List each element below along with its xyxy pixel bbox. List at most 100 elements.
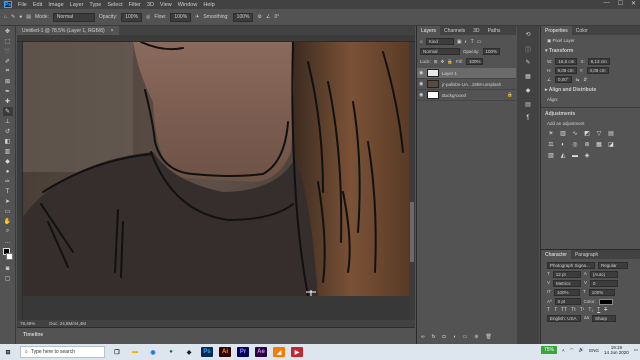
transform-section-title[interactable]: ▾ Transform [541,45,640,57]
brush-tool-preset-icon[interactable]: ✎ [11,14,15,20]
search-box[interactable]: ⌕ Type here to search [20,346,105,358]
marquee-tool-icon[interactable]: ⬚ [3,37,13,46]
horizontal-ruler[interactable] [17,35,415,42]
layer-mask-icon[interactable]: ◘ [442,334,445,340]
angle-value[interactable]: 0° [274,14,279,20]
blend-mode-select[interactable]: Normal [420,48,460,55]
more-tools-icon[interactable]: … [3,237,13,246]
tab-color[interactable]: Color [572,26,592,35]
mode-select[interactable]: Normal [52,12,95,22]
history-brush-tool-icon[interactable]: ↺ [3,127,13,136]
width-field[interactable]: 16,6 cm [555,58,578,65]
vertical-scrollbar[interactable] [409,42,415,320]
height-field[interactable]: 9,08 cm [554,67,577,74]
zoom-level[interactable]: 78,49% [20,321,35,326]
horizontal-scale-field[interactable]: 100% [588,289,615,296]
hue-saturation-icon[interactable]: ▤ [607,130,615,137]
quick-select-tool-icon[interactable]: ✐ [3,57,13,66]
menu-help[interactable]: Help [203,2,214,8]
clock[interactable]: 19:19 14 Jun 2020 [604,345,629,355]
menu-type[interactable]: Type [89,2,101,8]
font-family-select[interactable]: Photograph Signa... [547,262,595,269]
menu-filter[interactable]: Filter [129,2,141,8]
smoothing-field[interactable]: 100% [232,12,254,22]
path-select-tool-icon[interactable]: ➤ [3,197,13,206]
menu-edit[interactable]: Edit [33,2,42,8]
rectangle-tool-icon[interactable]: ▭ [3,207,13,216]
superscript-icon[interactable]: T¹ [580,307,585,313]
timeline-label[interactable]: Timeline [23,332,43,338]
layer-row[interactable]: ◉ Layer 1 [417,68,516,79]
layer-opacity-field[interactable]: 100% [482,48,501,55]
info-panel-icon[interactable]: ⓘ [523,45,533,54]
angle-field[interactable]: 0,00° [555,76,572,83]
adjustments-section-title[interactable]: Adjustments [541,107,640,120]
photoshop-taskbar-icon[interactable]: Ps [201,347,213,357]
move-tool-icon[interactable]: ✥ [3,27,13,36]
app-icon[interactable]: ● [165,347,177,357]
screen-mode-icon[interactable]: ▢ [3,274,13,283]
lasso-tool-icon[interactable]: ➰ [3,47,13,56]
tab-channels[interactable]: Channels [440,26,469,35]
text-color-swatch[interactable] [598,298,613,305]
dodge-tool-icon[interactable]: ● [3,167,13,176]
document-tab[interactable]: Untitled-1 @ 78,5% (Layer 1, RGB/8) × [17,26,119,35]
menu-3d[interactable]: 3D [147,2,154,8]
start-windows-icon[interactable]: ⊞ [2,347,14,357]
libraries-panel-icon[interactable]: ▤ [523,101,533,110]
history-panel-icon[interactable]: ⟲ [523,31,533,40]
close-button[interactable]: ✕ [631,0,636,7]
filter-shape-icon[interactable]: ▭ [477,39,482,45]
after-effects-taskbar-icon[interactable]: Ae [255,347,267,357]
swatches-panel-icon[interactable]: ▦ [523,73,533,82]
illustrator-taskbar-icon[interactable]: Ai [219,347,231,357]
tab-layers[interactable]: Layers [417,26,441,35]
flip-vertical-icon[interactable]: ⇵ [583,77,587,83]
x-field[interactable]: 6,13 cm [587,58,610,65]
tab-paths[interactable]: Paths [484,26,505,35]
maximize-button[interactable]: ☐ [618,0,623,7]
paragraph-panel-icon[interactable]: ¶ [523,115,533,124]
minimize-button[interactable]: — [604,0,610,7]
home-icon[interactable]: ⌂ [4,14,7,20]
gradient-map-icon[interactable]: ▬ [571,152,579,159]
flip-horizontal-icon[interactable]: ⇋ [576,77,580,83]
invert-icon[interactable]: ◪ [607,141,615,148]
tab-paragraph[interactable]: Paragraph [571,250,602,259]
clone-stamp-tool-icon[interactable]: ⊥ [3,117,13,126]
file-explorer-icon[interactable]: ▬ [129,347,141,357]
menu-select[interactable]: Select [107,2,122,8]
strikethrough-icon[interactable]: T [604,307,607,313]
selective-color-icon[interactable]: ◈ [583,152,591,159]
color-lookup-icon[interactable]: ▦ [595,141,603,148]
crop-tool-icon[interactable]: ⌗ [3,67,13,76]
layer-style-icon[interactable]: fx [432,334,436,340]
underline-icon[interactable]: T [597,307,600,313]
language-select[interactable]: English: USA [547,315,581,322]
tab-properties[interactable]: Properties [541,26,572,35]
filter-type-icon[interactable]: T [471,39,474,45]
filter-pixel-icon[interactable]: ▣ [457,39,462,45]
brush-tool-icon[interactable]: ✎ [2,107,13,116]
small-caps-icon[interactable]: Tt [571,307,575,313]
layer-name[interactable]: jr-palisbn-UA...19b8-unsplash [442,82,501,87]
faux-bold-icon[interactable]: T [547,307,550,313]
menu-view[interactable]: View [160,2,172,8]
menu-window[interactable]: Window [178,2,198,8]
delete-layer-icon[interactable]: 🗑 [485,334,491,340]
close-tab-icon[interactable]: × [111,28,114,34]
kerning-field[interactable]: Metrics [553,280,582,287]
exposure-icon[interactable]: ◩ [583,130,591,137]
channel-mixer-icon[interactable]: ⊛ [583,141,591,148]
new-group-icon[interactable]: ▭ [463,334,468,340]
notifications-icon[interactable]: ▭ [634,347,638,353]
background-color-swatch[interactable] [6,253,13,260]
layer-row[interactable]: ◉ Background 🔒 [417,90,516,101]
layer-name[interactable]: Background [442,93,466,98]
app-red-icon[interactable]: ▶ [291,347,303,357]
new-adjustment-icon[interactable]: ◑ [453,334,456,340]
lock-pixels-icon[interactable]: ⊞ [434,59,438,65]
volume-icon[interactable]: 🔊 [579,347,585,353]
color-swatches[interactable] [3,248,13,262]
pen-tool-icon[interactable]: ✑ [3,177,13,186]
